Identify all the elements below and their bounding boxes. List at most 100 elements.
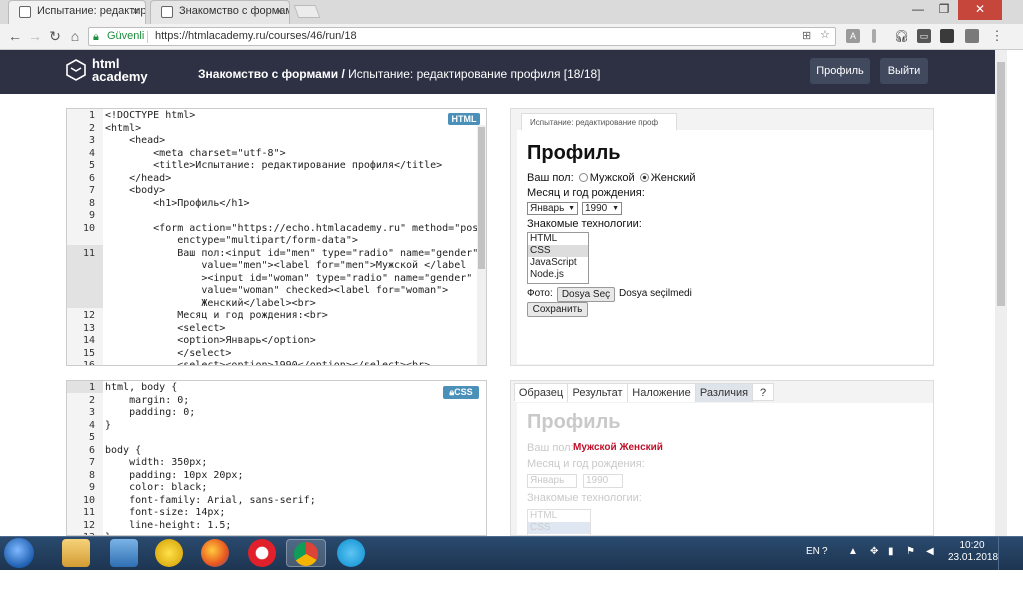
logo[interactable]: html academy — [92, 57, 148, 83]
diff-gender-label: Ваш пол: — [527, 442, 574, 454]
code-line[interactable]: html, body { — [105, 382, 177, 395]
tab-overlay[interactable]: Наложение — [628, 384, 696, 402]
code-line[interactable]: <html> — [105, 123, 141, 136]
tray-arrow-icon[interactable]: ▲ — [848, 546, 858, 557]
html-editor[interactable]: 1 <!DOCTYPE html> 2 <html> 3 <head> 4 <meta c… — [66, 108, 487, 366]
editor-scrollbar-thumb[interactable] — [478, 127, 485, 269]
show-desktop-button[interactable] — [998, 536, 1007, 570]
minimize-button[interactable]: — — [906, 0, 930, 20]
female-radio[interactable] — [639, 173, 649, 182]
tab-sample[interactable]: Образец — [515, 384, 568, 402]
chrome-taskbar-button[interactable] — [286, 539, 326, 567]
breadcrumb-course-link[interactable]: Знакомство с формами / — [198, 67, 345, 81]
code-line[interactable]: </head> — [105, 173, 171, 186]
translate-icon[interactable]: ⊞ — [802, 28, 811, 45]
page-scrollbar-thumb[interactable] — [997, 62, 1005, 306]
code-line[interactable]: padding: 10px 20px; — [105, 470, 243, 483]
tab-result[interactable]: Результат — [568, 384, 628, 402]
female-label[interactable]: Женский — [651, 172, 696, 184]
code-line[interactable]: <!DOCTYPE html> — [105, 110, 195, 123]
opera-icon[interactable] — [248, 539, 276, 567]
code-line[interactable]: line-height: 1.5; — [105, 520, 231, 533]
address-bar[interactable]: 🔒︎ Güvenli https://htmlacademy.ru/course… — [88, 27, 836, 46]
clock[interactable]: 10:20 23.01.2018 — [948, 540, 998, 564]
male-label[interactable]: Мужской — [590, 172, 635, 184]
code-line[interactable]: <select><option>1990</option></select><b… — [105, 360, 430, 365]
code-line[interactable]: Ваш пол:<input id="men" type="radio" nam… — [105, 248, 478, 311]
home-icon[interactable]: ⌂ — [66, 27, 84, 45]
code-line[interactable]: body { — [105, 445, 141, 458]
month-select[interactable]: Январь ▼ — [527, 202, 578, 215]
month-value: Январь — [530, 203, 565, 214]
headphones-icon[interactable]: 🎧︎ — [894, 29, 909, 43]
tech-listbox[interactable]: HTML CSS JavaScript Node.js — [527, 232, 589, 284]
logout-button[interactable]: Выйти — [880, 58, 928, 84]
code-line[interactable]: margin: 0; — [105, 395, 189, 408]
network-icon[interactable]: ▮ — [888, 546, 894, 557]
save-button[interactable]: Сохранить — [527, 302, 588, 317]
firefox-icon[interactable] — [201, 539, 229, 567]
file-choose-button[interactable]: Dosya Seç — [557, 287, 615, 302]
code-line[interactable]: <head> — [105, 135, 165, 148]
extension-icon[interactable]: A — [846, 29, 860, 43]
media-player-icon[interactable] — [110, 539, 138, 567]
profile-button[interactable]: Профиль — [810, 58, 870, 84]
male-radio[interactable] — [578, 173, 588, 182]
action-center-icon[interactable]: ⚑ — [906, 546, 915, 557]
help-icon[interactable]: ? — [822, 546, 828, 557]
code-line[interactable]: <meta charset="utf-8"> — [105, 148, 285, 161]
extension-icon[interactable] — [940, 29, 954, 43]
skype-icon[interactable] — [337, 539, 365, 567]
preview-tab[interactable]: Испытание: редактирование проф — [521, 113, 677, 131]
tab-inactive[interactable]: Знакомство с формами × — [150, 0, 290, 24]
new-tab-button[interactable] — [293, 5, 321, 18]
code-line[interactable]: <select> — [105, 323, 225, 336]
css-editor[interactable]: 1 html, body {2 margin: 0; 3 padding: 0; 4}… — [66, 380, 487, 536]
code-line[interactable]: font-family: Arial, sans-serif; — [105, 495, 316, 508]
forward-icon[interactable]: → — [26, 27, 44, 45]
help-button[interactable]: ? — [753, 384, 773, 402]
code-line[interactable]: width: 350px; — [105, 457, 207, 470]
line-number: 6 — [88, 172, 95, 184]
diff-tab-bar: Образец Результат Наложение Различия ? — [514, 383, 774, 402]
menu-icon[interactable]: ⋮ — [990, 29, 1004, 43]
code-line[interactable]: Месяц и год рождения:<br> — [105, 310, 328, 323]
tab-close-icon[interactable]: × — [276, 4, 283, 18]
line-number: 12 — [82, 519, 95, 531]
logo-icon[interactable] — [66, 59, 86, 81]
tab-diff[interactable]: Различия — [696, 384, 753, 402]
extension-icon[interactable]: ▭ — [917, 29, 931, 43]
code-line[interactable]: font-size: 14px; — [105, 507, 225, 520]
code-line[interactable]: } — [105, 420, 111, 433]
back-icon[interactable]: ← — [6, 27, 24, 45]
code-line[interactable]: <option>Январь</option> — [105, 335, 315, 348]
close-window-button[interactable]: ✕ — [958, 0, 1002, 20]
code-line[interactable]: color: black; — [105, 482, 207, 495]
vpn-icon[interactable] — [155, 539, 183, 567]
dropbox-icon[interactable]: ✥ — [870, 546, 878, 557]
line-number: 8 — [88, 469, 95, 481]
tab-close-icon[interactable]: × — [132, 4, 139, 18]
extension-icon[interactable] — [872, 29, 876, 43]
reload-icon[interactable]: ↻ — [46, 27, 64, 45]
diff-heading: Профиль — [527, 411, 621, 433]
code-line[interactable]: <h1>Профиль</h1> — [105, 198, 249, 211]
tab-active[interactable]: Испытание: редактирова × — [8, 0, 146, 24]
start-button[interactable] — [4, 538, 34, 568]
tech-option[interactable]: HTML — [528, 233, 588, 245]
bookmark-star-icon[interactable]: ☆ — [820, 27, 830, 44]
code-line[interactable]: </select> — [105, 348, 231, 361]
tech-option-selected[interactable]: CSS — [528, 245, 588, 257]
code-line[interactable]: <body> — [105, 185, 165, 198]
maximize-button[interactable]: ❐ — [932, 0, 956, 20]
volume-icon[interactable]: ◀ — [926, 546, 934, 557]
explorer-icon[interactable] — [62, 539, 90, 567]
tech-option[interactable]: JavaScript — [528, 257, 588, 269]
code-line[interactable]: <title>Испытание: редактирование профиля… — [105, 160, 442, 173]
language-indicator[interactable]: EN — [806, 546, 820, 557]
code-line[interactable]: <form action="https://echo.htmlacademy.r… — [105, 223, 486, 248]
extension-icon[interactable] — [965, 29, 979, 43]
tech-option[interactable]: Node.js — [528, 269, 588, 281]
code-line[interactable]: padding: 0; — [105, 407, 195, 420]
year-select[interactable]: 1990 ▼ — [582, 202, 622, 215]
